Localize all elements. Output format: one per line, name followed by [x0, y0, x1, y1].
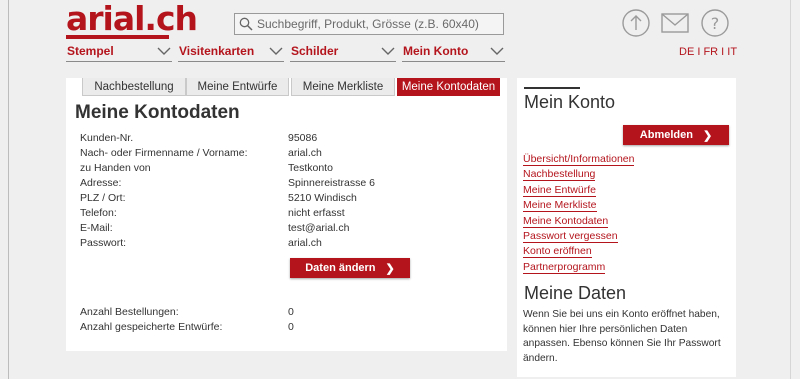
divider: [524, 87, 580, 89]
logout-button[interactable]: Abmelden ❯: [623, 125, 729, 145]
sidebar-link-nachbestellung[interactable]: Nachbestellung: [523, 168, 596, 182]
field-value: test@arial.ch: [288, 222, 350, 234]
account-data-panel: Nachbestellung Meine Entwürfe Meine Merk…: [66, 78, 507, 351]
nav-label: Schilder: [291, 43, 339, 58]
field-value: Testkonto: [288, 162, 333, 174]
svg-text:?: ?: [711, 14, 720, 33]
page-left-border: [8, 0, 9, 379]
sidebar-link-kontodaten[interactable]: Meine Kontodaten: [523, 215, 609, 228]
chevron-down-icon: [381, 47, 395, 55]
field-value: nicht erfasst: [288, 207, 345, 219]
edit-data-button[interactable]: Daten ändern ❯: [290, 258, 410, 278]
logo-underline: [66, 35, 169, 39]
scrollbar[interactable]: [790, 0, 800, 379]
field-label: E-Mail:: [80, 222, 113, 234]
sidebar-link-merkliste[interactable]: Meine Merkliste: [523, 199, 597, 213]
sidebar-link-passwort-vergessen[interactable]: Passwort vergessen: [523, 230, 618, 243]
nav-visitenkarten[interactable]: Visitenkarten: [178, 40, 284, 62]
sidebar-link-partnerprogramm[interactable]: Partnerprogramm: [523, 261, 606, 274]
field-value: 5210 Windisch: [288, 192, 357, 204]
nav-stempel[interactable]: Stempel: [66, 40, 172, 62]
chevron-down-icon: [490, 47, 504, 55]
arial-logo[interactable]: arial.ch: [66, 0, 198, 39]
sidebar-link-entwuerfe[interactable]: Meine Entwürfe: [523, 184, 596, 197]
field-label: Adresse:: [80, 177, 122, 189]
field-value: 95086: [288, 132, 318, 144]
my-account-sidebar: Mein Konto Abmelden ❯ Übersicht/Informat…: [517, 78, 736, 377]
logout-label: Abmelden: [639, 129, 693, 141]
chevron-right-icon: ❯: [385, 262, 395, 275]
my-data-text: Wenn Sie bei uns ein Konto eröffnet habe…: [523, 309, 721, 364]
field-label: zu Handen von: [80, 162, 151, 174]
tab-nachbestellung[interactable]: Nachbestellung: [82, 78, 186, 96]
tab-meine-kontodaten[interactable]: Meine Kontodaten: [397, 78, 500, 96]
upload-icon[interactable]: [621, 8, 651, 38]
sidebar-link-uebersicht[interactable]: Übersicht/Informationen: [523, 153, 635, 166]
help-icon[interactable]: ?: [700, 8, 730, 38]
nav-label: Stempel: [67, 43, 114, 58]
search-box[interactable]: [234, 13, 504, 35]
nav-schilder[interactable]: Schilder: [290, 40, 396, 62]
field-label: Passwort:: [80, 237, 127, 249]
search-input[interactable]: [257, 17, 497, 31]
field-label: Nach- oder Firmenname / Vorname:: [80, 147, 248, 159]
stat-label: Anzahl Bestellungen:: [80, 306, 179, 318]
logo-text: arial.ch: [66, 0, 198, 38]
field-label: Kunden-Nr.: [80, 132, 134, 144]
field-value: arial.ch: [288, 237, 322, 249]
nav-label: Visitenkarten: [179, 43, 255, 58]
nav-mein-konto[interactable]: Mein Konto: [402, 40, 505, 62]
sidebar-links: Übersicht/Informationen Nachbestellung M…: [523, 153, 635, 276]
sidebar-title: Mein Konto: [524, 92, 616, 112]
tab-meine-merkliste[interactable]: Meine Merkliste: [291, 78, 395, 96]
nav-label: Mein Konto: [403, 43, 469, 58]
edit-data-label: Daten ändern: [305, 262, 376, 274]
language-switcher[interactable]: DE I FR I IT: [679, 46, 737, 58]
field-label: Telefon:: [80, 207, 117, 219]
chevron-down-icon: [157, 47, 171, 55]
mail-icon[interactable]: [660, 8, 690, 38]
field-label: PLZ / Ort:: [80, 192, 126, 204]
stat-label: Anzahl gespeicherte Entwürfe:: [80, 321, 223, 333]
search-icon[interactable]: [235, 14, 257, 34]
stat-value: 0: [288, 306, 294, 318]
sidebar-link-konto-eroeffnen[interactable]: Konto eröffnen: [523, 245, 592, 259]
account-tabs: Nachbestellung Meine Entwürfe Meine Merk…: [66, 78, 507, 97]
tab-meine-entwuerfe[interactable]: Meine Entwürfe: [186, 78, 289, 96]
field-value: arial.ch: [288, 147, 322, 159]
my-data-title: Meine Daten: [524, 283, 627, 303]
stat-value: 0: [288, 321, 294, 333]
page-title: Meine Kontodaten: [75, 102, 240, 123]
field-value: Spinnereistrasse 6: [288, 177, 375, 189]
chevron-down-icon: [269, 47, 283, 55]
chevron-right-icon: ❯: [702, 129, 713, 142]
